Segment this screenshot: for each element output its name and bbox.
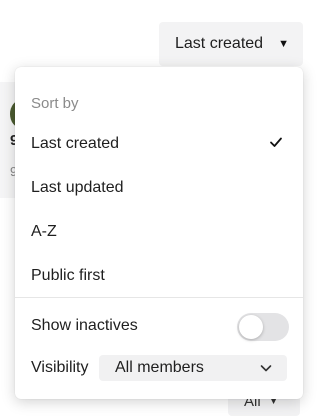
sort-option-label: A-Z [31,223,57,240]
sort-dropdown-button[interactable]: Last created ▼ [159,22,303,66]
sort-menu: Sort by Last created Last updated A-Z Pu… [15,67,303,399]
sort-option-a-z[interactable]: A-Z [15,212,303,252]
sort-option-public-first[interactable]: Public first [15,256,303,296]
show-inactives-label: Show inactives [31,317,138,334]
caret-down-icon: ▼ [278,38,289,50]
menu-divider [15,297,303,298]
sort-menu-heading: Sort by [31,95,79,112]
check-icon [270,137,282,147]
toggle-knob [239,315,263,339]
sort-option-label: Public first [31,267,105,284]
visibility-select[interactable]: All members [99,355,287,381]
chevron-down-icon [260,365,272,372]
sort-option-label: Last created [31,135,120,152]
sort-option-label: Last updated [31,179,124,196]
sort-option-last-updated[interactable]: Last updated [15,168,303,208]
sort-option-last-created[interactable]: Last created [15,124,303,164]
visibility-label: Visibility [31,359,89,376]
show-inactives-toggle[interactable] [237,313,289,341]
visibility-select-value: All members [115,359,204,376]
sort-current-label: Last created [175,35,264,52]
